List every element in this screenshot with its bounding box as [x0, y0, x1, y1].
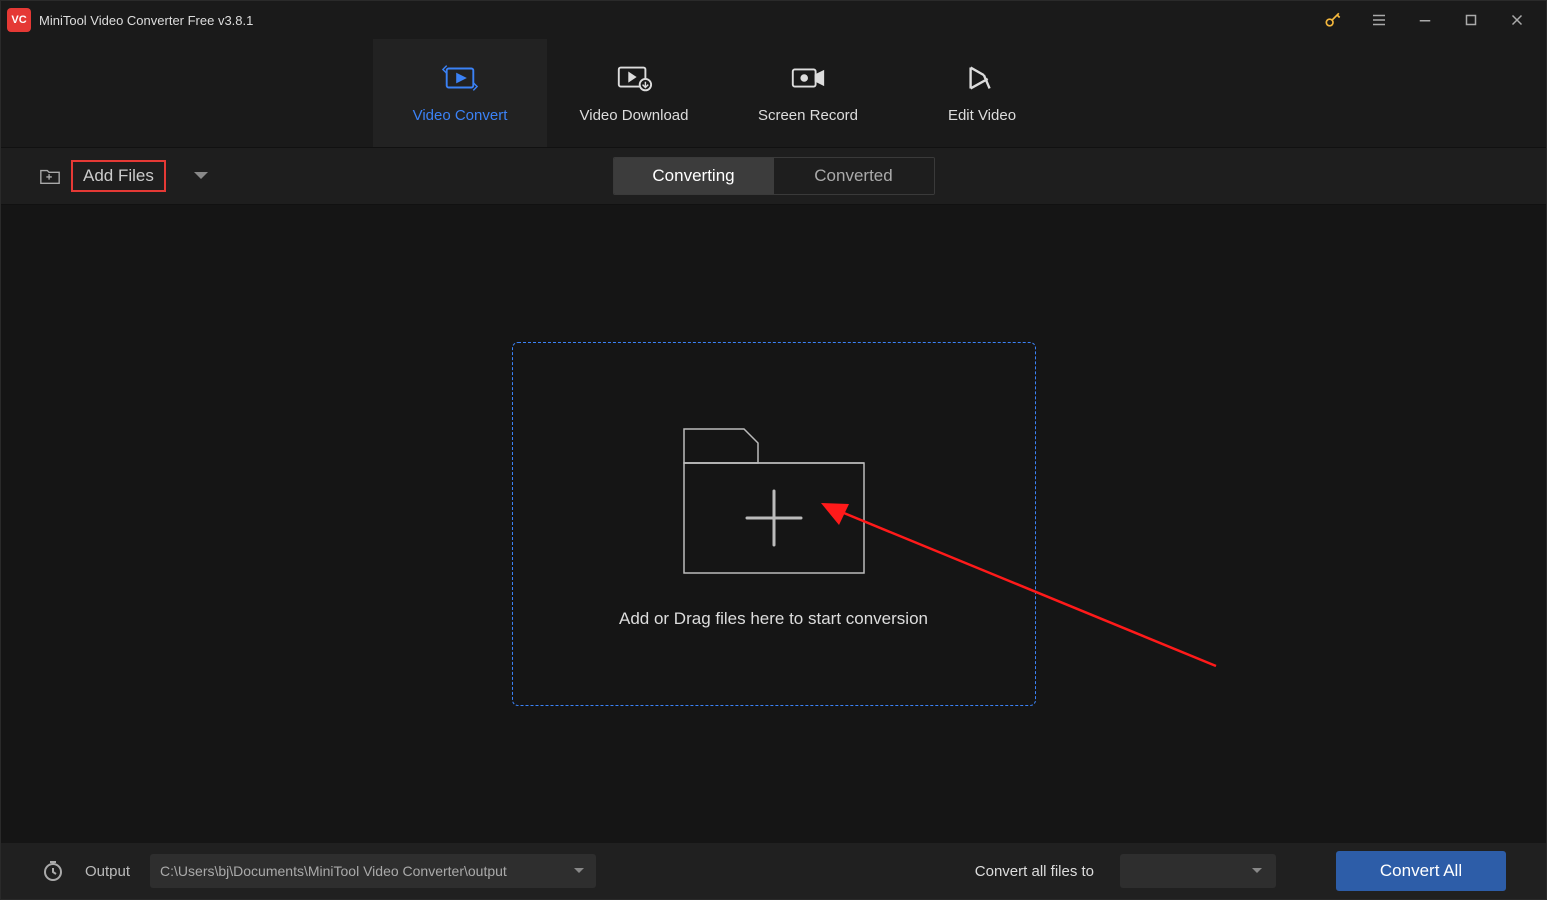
title-controls: [1310, 1, 1540, 39]
tab-label: Edit Video: [948, 107, 1016, 124]
add-files-button[interactable]: Add Files: [71, 160, 166, 192]
minimize-icon[interactable]: [1402, 1, 1448, 39]
maximize-icon[interactable]: [1448, 1, 1494, 39]
key-icon[interactable]: [1310, 1, 1356, 39]
chevron-down-icon: [572, 866, 586, 876]
convert-all-button[interactable]: Convert All: [1336, 851, 1506, 891]
close-icon[interactable]: [1494, 1, 1540, 39]
dropzone-text: Add or Drag files here to start conversi…: [619, 609, 928, 629]
app-logo: VC: [7, 8, 31, 32]
screen-record-icon: [788, 63, 828, 93]
main-area: Add or Drag files here to start conversi…: [1, 205, 1546, 843]
tab-converted[interactable]: Converted: [774, 158, 934, 194]
tab-video-download[interactable]: Video Download: [547, 39, 721, 147]
tab-label: Video Convert: [413, 107, 508, 124]
output-path-select[interactable]: C:\Users\bj\Documents\MiniTool Video Con…: [150, 854, 596, 888]
edit-video-icon: [962, 63, 1002, 93]
bottom-bar: Output C:\Users\bj\Documents\MiniTool Vi…: [1, 843, 1546, 899]
tab-video-convert[interactable]: Video Convert: [373, 39, 547, 147]
chevron-down-icon: [1250, 866, 1264, 876]
dropzone[interactable]: Add or Drag files here to start conversi…: [512, 342, 1036, 706]
tab-converting[interactable]: Converting: [614, 158, 774, 194]
main-nav: Video Convert Video Download Screen Reco…: [1, 39, 1546, 147]
tab-edit-video[interactable]: Edit Video: [895, 39, 1069, 147]
app-title: MiniTool Video Converter Free v3.8.1: [39, 13, 1310, 28]
folder-add-icon: [674, 419, 874, 579]
video-convert-icon: [440, 63, 480, 93]
toolbar: Add Files Converting Converted: [1, 147, 1546, 205]
format-select[interactable]: [1120, 854, 1276, 888]
add-files-group: Add Files: [39, 160, 210, 192]
add-folder-icon[interactable]: [39, 166, 61, 186]
mode-tabs: Converting Converted: [613, 157, 935, 195]
output-label: Output: [85, 863, 130, 880]
tab-label: Screen Record: [758, 107, 858, 124]
clock-icon[interactable]: [41, 859, 65, 883]
output-path-text: C:\Users\bj\Documents\MiniTool Video Con…: [160, 863, 507, 879]
chevron-down-icon[interactable]: [192, 169, 210, 183]
convert-all-label: Convert all files to: [975, 863, 1094, 880]
video-download-icon: [614, 63, 654, 93]
titlebar: VC MiniTool Video Converter Free v3.8.1: [1, 1, 1546, 39]
tab-screen-record[interactable]: Screen Record: [721, 39, 895, 147]
menu-icon[interactable]: [1356, 1, 1402, 39]
tab-label: Video Download: [580, 107, 689, 124]
